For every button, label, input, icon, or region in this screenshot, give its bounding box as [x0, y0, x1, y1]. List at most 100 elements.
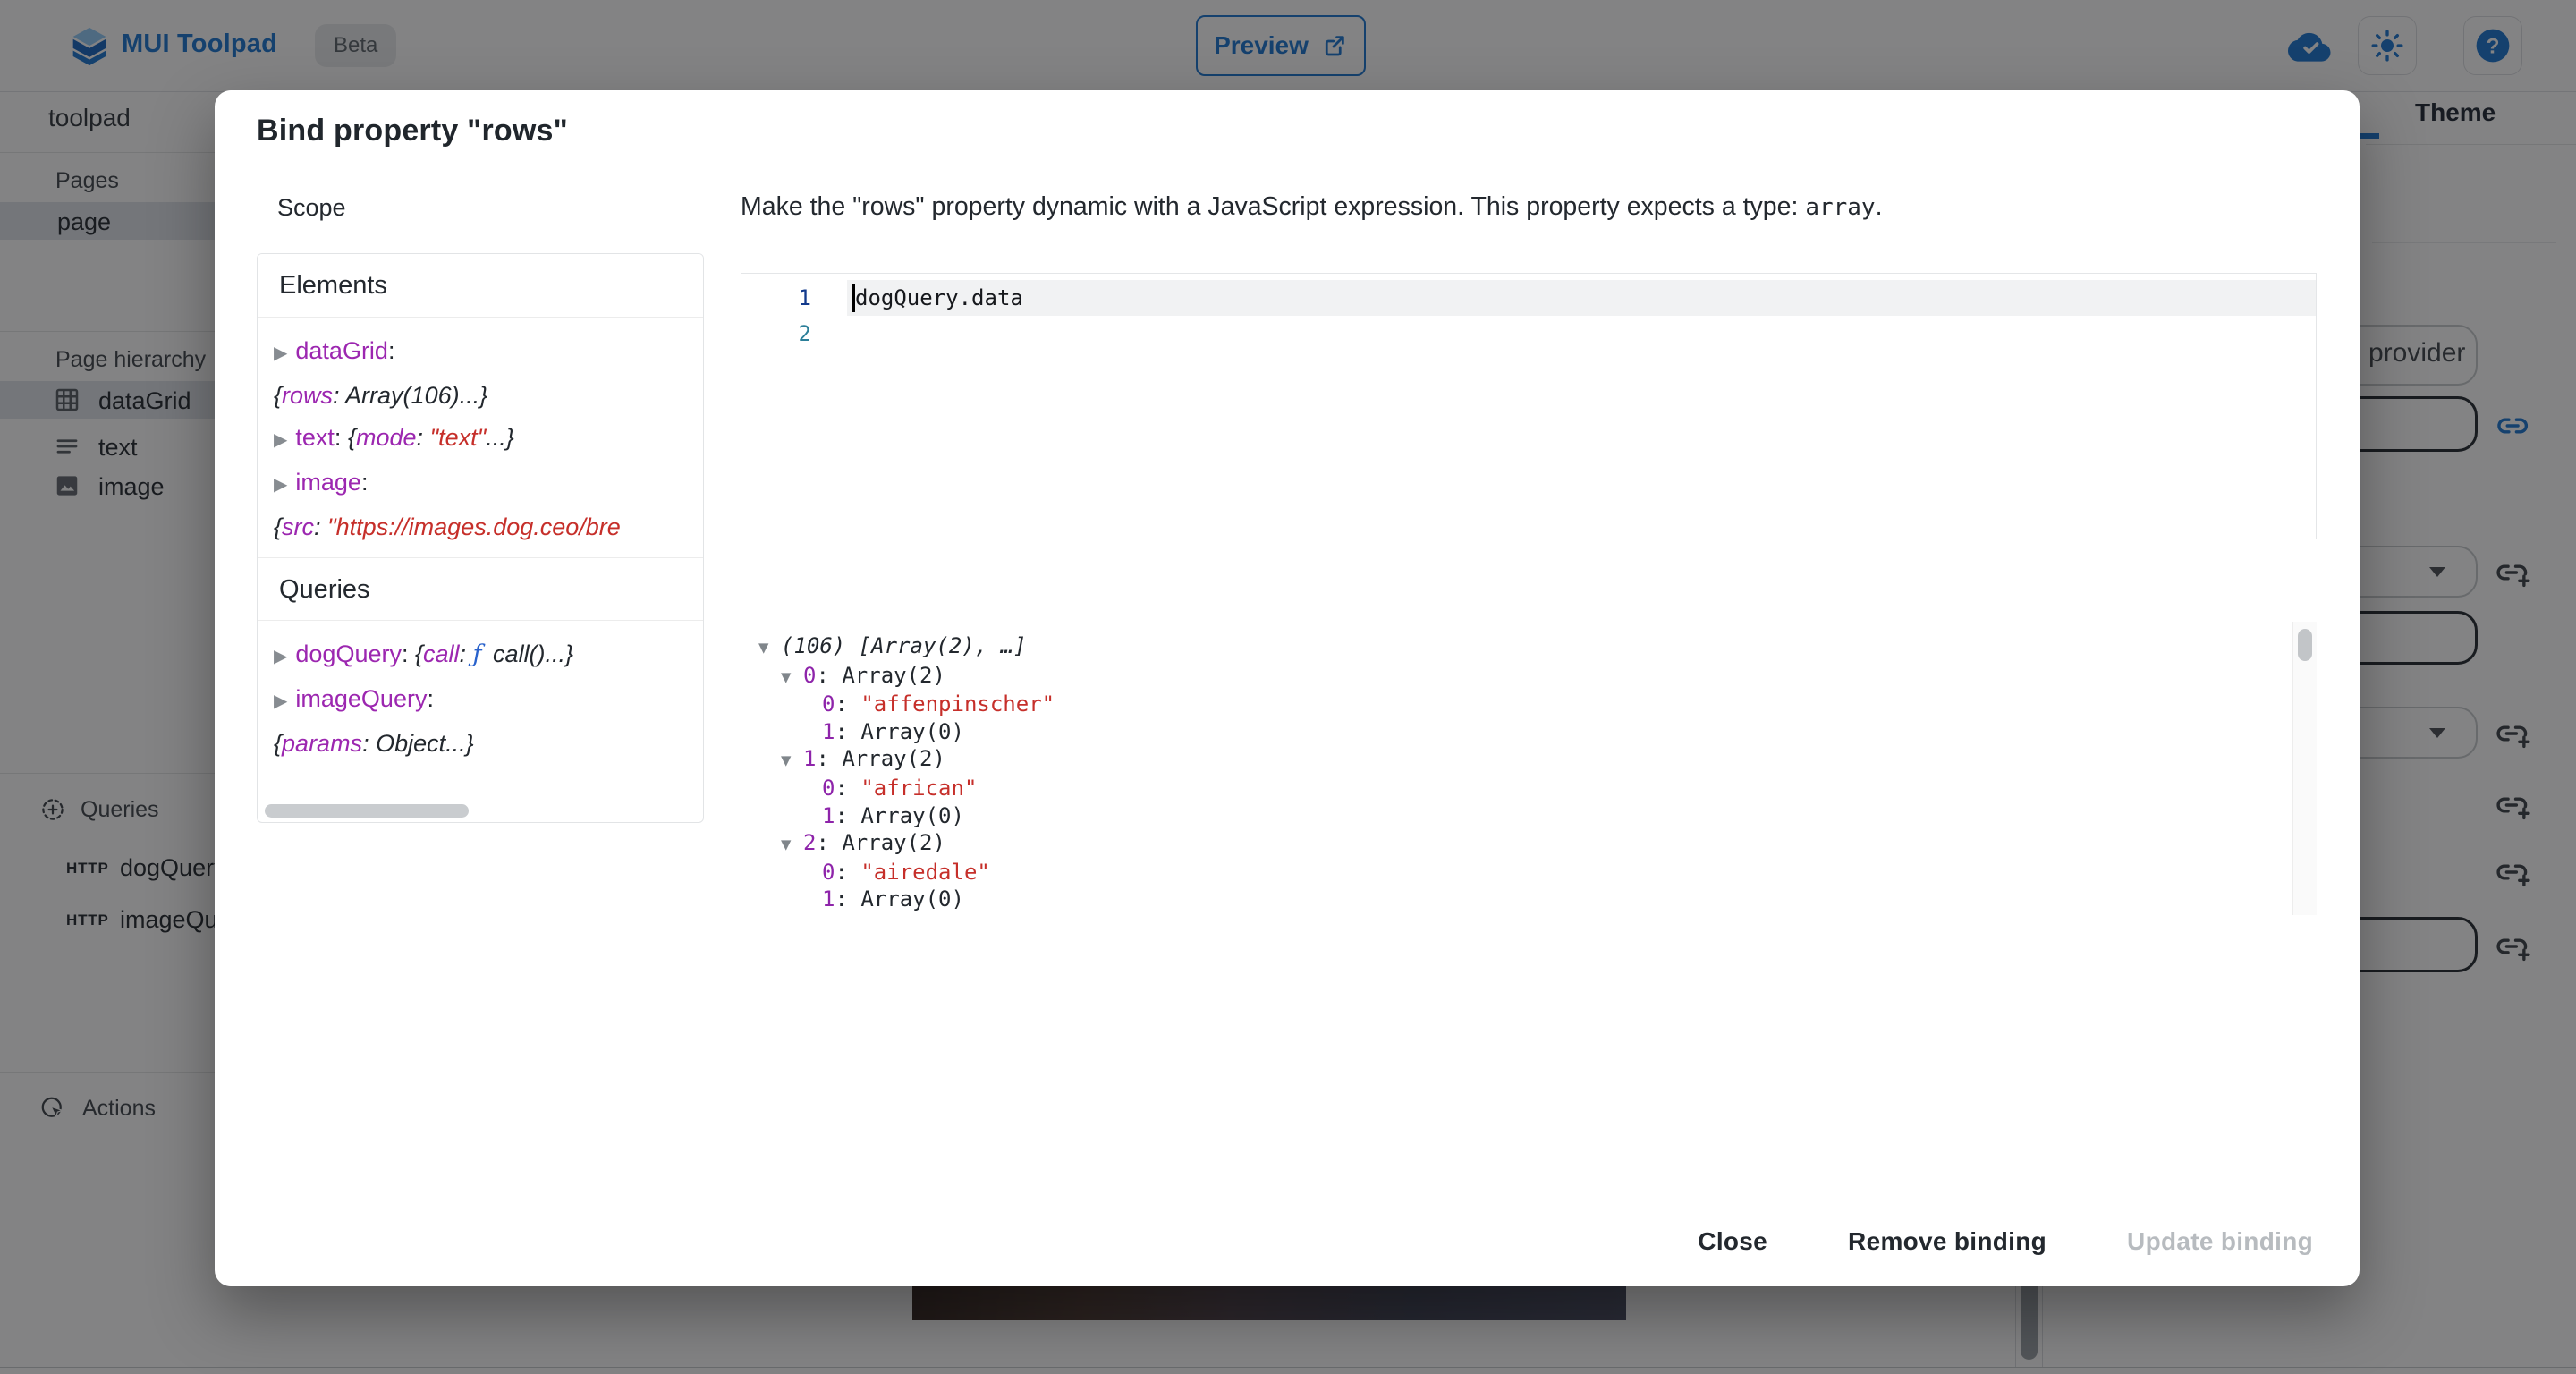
expand-toggle-icon[interactable]: ▼ [758, 634, 781, 662]
token-pre: : [417, 424, 430, 451]
token-pre: : Array(106)...} [333, 382, 487, 409]
token-idx: 3 [803, 914, 816, 915]
queries-tree[interactable]: ▶dogQuery: {call: ƒ call()...}▶imageQuer… [258, 621, 703, 774]
token-pre: call()...} [487, 640, 574, 667]
token-idx: 1 [803, 746, 816, 771]
token-str: "https://images.dog.ceo/bre [327, 513, 621, 540]
tree-line: 1: Array(0) [741, 886, 2317, 913]
expected-type: array [1805, 194, 1875, 221]
token-mtop: (106) [Array(2), …] [781, 633, 1027, 658]
token-pre: : [460, 640, 473, 667]
elements-tree[interactable]: ▶dataGrid:{rows: Array(106)...}▶text: {m… [258, 318, 703, 557]
token-pre: { [274, 513, 282, 540]
editor-code[interactable]: dogQuery.data [855, 280, 1023, 316]
token-plain: : [361, 469, 369, 496]
tree-line: 0: "affenpinscher" [741, 691, 2317, 718]
tree-line: ▶dogQuery: {call: ƒ call()...} [274, 633, 703, 678]
token-pre: { [274, 382, 282, 409]
token-key: text [295, 424, 335, 451]
description-text: Make the "rows" property dynamic with a … [741, 192, 1805, 221]
token-idx: 1 [822, 886, 835, 912]
text-cursor [852, 284, 855, 312]
token-mono: : Array(2) [816, 830, 945, 855]
expand-toggle-icon[interactable]: ▶ [274, 430, 287, 450]
expand-toggle-icon[interactable]: ▶ [274, 475, 287, 495]
tree-line: 0: "african" [741, 775, 2317, 802]
close-button[interactable]: Close [1685, 1218, 1780, 1265]
token-idx: 2 [803, 830, 816, 855]
tree-line: {rows: Array(106)...} [274, 375, 703, 417]
evaluation-preview-tree[interactable]: ▼(106) [Array(2), …]▼0: Array(2)0: "affe… [741, 622, 2317, 915]
token-prop: src [282, 513, 314, 540]
output-scrollbar-thumb[interactable] [2298, 629, 2312, 661]
token-mono: : [835, 776, 860, 801]
token-key: image [295, 469, 361, 496]
active-line-highlight [847, 280, 2316, 316]
token-mstr: "affenpinscher" [860, 691, 1055, 717]
token-mono: : [835, 860, 860, 885]
update-binding-button[interactable]: Update binding [2114, 1218, 2326, 1265]
token-mono: : Array(2) [816, 914, 945, 915]
token-pre: { [415, 640, 423, 667]
token-key: dogQuery [295, 640, 402, 667]
token-mono: : Array(2) [816, 746, 945, 771]
scope-label: Scope [277, 194, 346, 222]
line-number-1: 1 [758, 280, 811, 316]
token-idx: 1 [822, 719, 835, 744]
tree-line: 1: Array(0) [741, 718, 2317, 746]
bind-property-dialog: Bind property "rows" Scope Elements ▶dat… [215, 90, 2360, 1286]
token-pre: { [274, 730, 282, 757]
output-scrollbar-track[interactable] [2292, 622, 2317, 915]
token-mstr: "african" [860, 776, 977, 801]
token-fn: ƒ [473, 640, 482, 668]
token-str: "text" [430, 424, 487, 451]
token-pre: : [314, 513, 327, 540]
tree-line: ▼2: Array(2) [741, 829, 2317, 859]
dialog-title: Bind property "rows" [257, 114, 568, 148]
token-plain: : [335, 424, 348, 451]
tree-line: ▼3: Array(2) [741, 913, 2317, 915]
token-idx: 0 [803, 663, 816, 688]
dialog-footer: Close Remove binding Update binding [1685, 1218, 2326, 1265]
tree-line: ▶dataGrid: [274, 330, 703, 375]
expand-toggle-icon[interactable]: ▼ [781, 747, 803, 775]
tree-line: ▼0: Array(2) [741, 662, 2317, 691]
expand-toggle-icon[interactable]: ▶ [274, 691, 287, 711]
token-prop: call [423, 640, 460, 667]
expression-editor[interactable]: 1 2 dogQuery.data [741, 273, 2317, 539]
token-pre: : Object...} [362, 730, 474, 757]
scope-panel: Elements ▶dataGrid:{rows: Array(106)...}… [257, 253, 704, 823]
queries-header: Queries [258, 557, 703, 621]
token-key: imageQuery [295, 685, 427, 712]
tree-line: 1: Array(0) [741, 802, 2317, 830]
token-idx: 0 [822, 860, 835, 885]
token-plain: : [427, 685, 434, 712]
tree-line: {src: "https://images.dog.ceo/bre [274, 506, 703, 548]
tree-line: ▼(106) [Array(2), …] [741, 632, 2317, 662]
expand-toggle-icon[interactable]: ▼ [781, 664, 803, 691]
elements-header: Elements [258, 254, 703, 318]
tree-line: 0: "airedale" [741, 859, 2317, 886]
token-mstr: "airedale" [860, 860, 990, 885]
expand-toggle-icon[interactable]: ▶ [274, 647, 287, 666]
token-prop: rows [282, 382, 333, 409]
token-idx: 0 [822, 691, 835, 717]
tree-line: ▶ text: {mode: "text"...} [274, 417, 703, 462]
token-mono: : Array(0) [835, 719, 964, 744]
token-pre: ...} [486, 424, 514, 451]
dialog-description: Make the "rows" property dynamic with a … [741, 192, 2333, 222]
token-prop: params [282, 730, 362, 757]
remove-binding-button[interactable]: Remove binding [1835, 1218, 2059, 1265]
tree-line: ▶ image: [274, 462, 703, 506]
token-mono: : Array(0) [835, 886, 964, 912]
tree-line: {params: Object...} [274, 723, 703, 765]
expand-toggle-icon[interactable]: ▼ [781, 831, 803, 859]
token-idx: 1 [822, 803, 835, 828]
horizontal-scrollbar-thumb[interactable] [265, 804, 469, 818]
tree-line: ▶ imageQuery: [274, 678, 703, 723]
token-idx: 0 [822, 776, 835, 801]
token-prop: mode [356, 424, 417, 451]
token-pre: { [348, 424, 356, 451]
expand-toggle-icon[interactable]: ▶ [274, 344, 287, 363]
token-mono: : Array(2) [816, 663, 945, 688]
